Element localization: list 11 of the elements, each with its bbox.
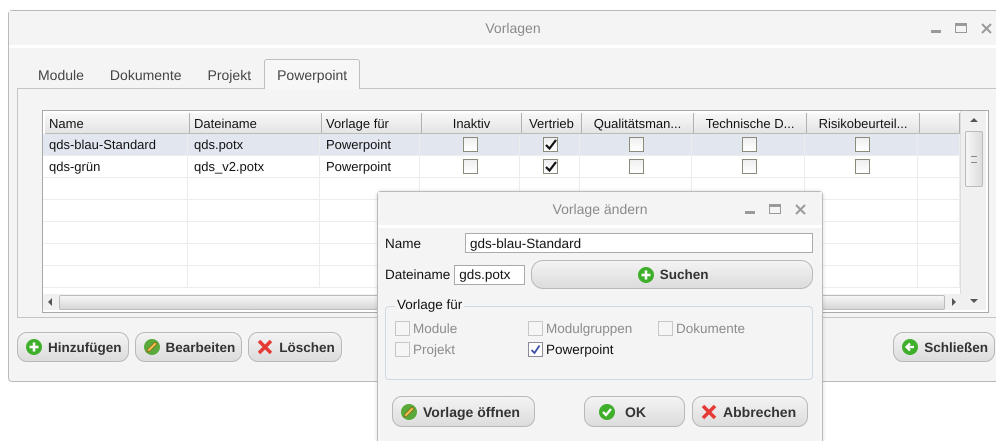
window-title: Vorlagen [485, 20, 541, 36]
table-cell: qds-blau-Standard [43, 134, 188, 155]
table-cell: Powerpoint [320, 134, 420, 155]
table-cell: qds.potx [188, 134, 320, 155]
table-cell: qds-grün [43, 156, 188, 177]
table-cell: Powerpoint [320, 156, 420, 177]
dialog-title: Vorlage ändern [552, 200, 648, 216]
table-cell: qds_v2.potx [188, 156, 320, 177]
name-label: Name [385, 236, 422, 250]
filename-label: Dateiname [385, 267, 450, 282]
group-title: Vorlage für [395, 297, 464, 312]
